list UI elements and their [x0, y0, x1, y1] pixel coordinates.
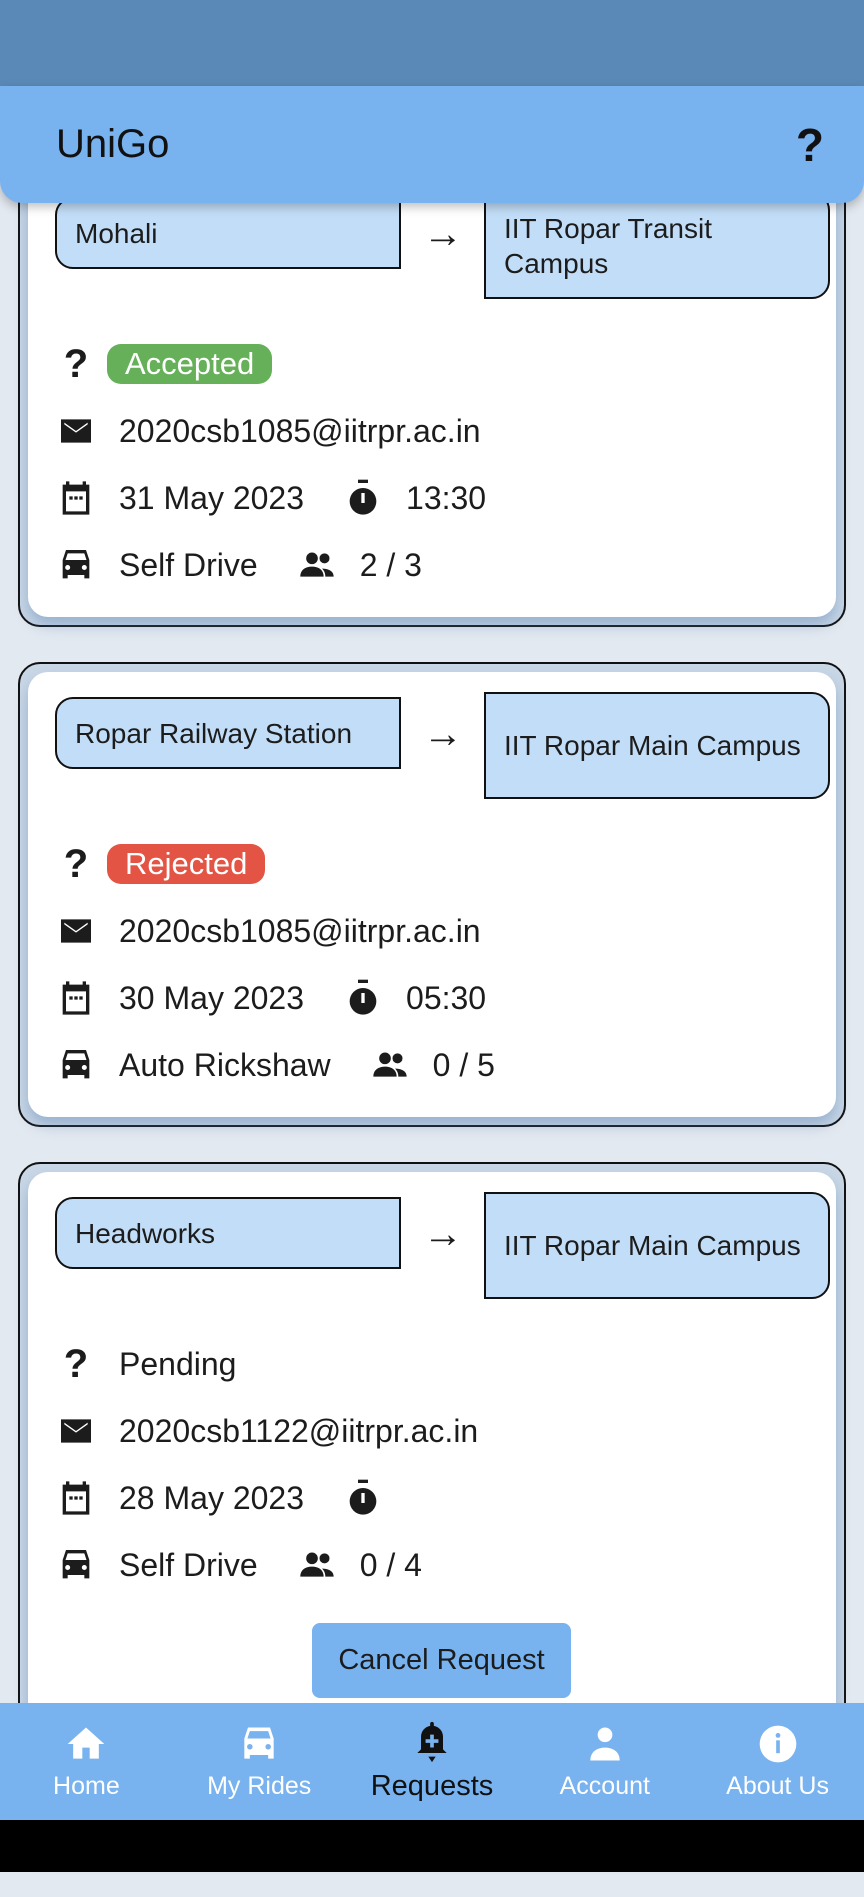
status-badge: Pending	[119, 1345, 237, 1382]
vehicle-row: Auto Rickshaw 0 / 5	[55, 1040, 495, 1090]
nav-label: Account	[559, 1772, 650, 1800]
time-text: 05:30	[406, 979, 487, 1016]
arrow-right-icon: →	[423, 212, 463, 256]
person-icon	[590, 1727, 620, 1761]
from-label: Mohali	[75, 217, 158, 249]
request-card: Ropar Railway Station → IIT Ropar Main C…	[18, 662, 846, 1127]
seats-text: 0 / 5	[432, 1046, 495, 1083]
from-label: Ropar Railway Station	[75, 717, 353, 749]
calendar-icon	[55, 477, 97, 519]
vehicle-text: Auto Rickshaw	[119, 1046, 331, 1083]
status-badge: Rejected	[107, 844, 266, 884]
nav-about-us[interactable]: About Us	[691, 1703, 864, 1820]
vehicle-text: Self Drive	[119, 546, 258, 583]
nav-home[interactable]: Home	[0, 1703, 173, 1820]
bell-plus-icon	[417, 1721, 447, 1763]
help-button[interactable]: ?	[796, 118, 824, 172]
info-icon	[759, 1725, 796, 1763]
stopwatch-icon	[342, 477, 384, 519]
calendar-icon	[55, 1477, 97, 1519]
question-icon: ?	[63, 841, 89, 886]
datetime-row: 31 May 2023 13:30	[55, 473, 486, 523]
arrow-right-icon: →	[423, 712, 463, 756]
people-icon	[369, 1044, 411, 1086]
question-icon: ?	[63, 341, 89, 386]
nav-label: About Us	[726, 1772, 829, 1800]
status-bar	[0, 0, 864, 90]
request-list: Mohali → IIT Ropar Transit Campus ? Acce…	[18, 162, 846, 1897]
request-card-body: Mohali → IIT Ropar Transit Campus ? Acce…	[28, 172, 836, 617]
email-row: 2020csb1085@iitrpr.ac.in	[55, 406, 481, 456]
email-row: 2020csb1085@iitrpr.ac.in	[55, 906, 481, 956]
from-location: Mohali	[55, 197, 401, 269]
bottom-nav: Home My Rides Requests Account About Us	[0, 1703, 864, 1820]
status-row: ? Pending	[55, 1339, 237, 1389]
from-label: Headworks	[75, 1217, 216, 1249]
question-icon: ?	[63, 1341, 89, 1386]
cancel-request-button[interactable]: Cancel Request	[312, 1623, 571, 1698]
to-label: IIT Ropar Main Campus	[504, 1230, 801, 1261]
request-card: Mohali → IIT Ropar Transit Campus ? Acce…	[18, 162, 846, 627]
date-text: 31 May 2023	[119, 479, 305, 516]
vehicle-row: Self Drive 0 / 4	[55, 1540, 422, 1590]
datetime-row: 30 May 2023 05:30	[55, 973, 486, 1023]
status-badge: Accepted	[107, 344, 273, 384]
time-text: 13:30	[406, 479, 487, 516]
email-text: 2020csb1085@iitrpr.ac.in	[119, 412, 481, 449]
stopwatch-icon	[342, 977, 384, 1019]
nav-label: My Rides	[207, 1772, 312, 1800]
to-location: IIT Ropar Main Campus	[484, 692, 830, 799]
stopwatch-icon	[342, 1477, 384, 1519]
request-card-body: Ropar Railway Station → IIT Ropar Main C…	[28, 672, 836, 1117]
nav-label: Requests	[370, 1770, 494, 1802]
system-nav-bar	[0, 1820, 864, 1872]
from-location: Headworks	[55, 1197, 401, 1269]
car-icon	[55, 544, 97, 586]
status-row: ? Rejected	[55, 839, 266, 889]
app-title: UniGo	[56, 122, 170, 166]
nav-requests[interactable]: Requests	[346, 1703, 519, 1820]
email-row: 2020csb1122@iitrpr.ac.in	[55, 1406, 478, 1456]
car-icon	[244, 1727, 274, 1759]
seats-text: 2 / 3	[359, 546, 422, 583]
nav-my-rides[interactable]: My Rides	[173, 1703, 346, 1820]
to-label: IIT Ropar Main Campus	[504, 730, 801, 761]
app-header: UniGo ?	[0, 86, 864, 203]
mail-icon	[55, 1410, 97, 1452]
to-label: IIT Ropar Transit Campus	[504, 212, 713, 279]
home-icon	[68, 1727, 105, 1759]
mail-icon	[55, 410, 97, 452]
seats-text: 0 / 4	[359, 1546, 422, 1583]
people-icon	[296, 1544, 338, 1586]
status-row: ? Accepted	[55, 339, 273, 389]
people-icon	[296, 544, 338, 586]
nav-label: Home	[53, 1772, 120, 1800]
arrow-right-icon: →	[423, 1212, 463, 1256]
calendar-icon	[55, 977, 97, 1019]
mail-icon	[55, 910, 97, 952]
car-icon	[55, 1544, 97, 1586]
email-text: 2020csb1085@iitrpr.ac.in	[119, 912, 481, 949]
nav-account[interactable]: Account	[518, 1703, 691, 1820]
date-text: 30 May 2023	[119, 979, 305, 1016]
date-text: 28 May 2023	[119, 1479, 305, 1516]
vehicle-text: Self Drive	[119, 1546, 258, 1583]
datetime-row: 28 May 2023	[55, 1473, 406, 1523]
email-text: 2020csb1122@iitrpr.ac.in	[119, 1412, 479, 1449]
vehicle-row: Self Drive 2 / 3	[55, 540, 422, 590]
to-location: IIT Ropar Transit Campus	[484, 192, 830, 299]
to-location: IIT Ropar Main Campus	[484, 1192, 830, 1299]
from-location: Ropar Railway Station	[55, 697, 401, 769]
car-icon	[55, 1044, 97, 1086]
